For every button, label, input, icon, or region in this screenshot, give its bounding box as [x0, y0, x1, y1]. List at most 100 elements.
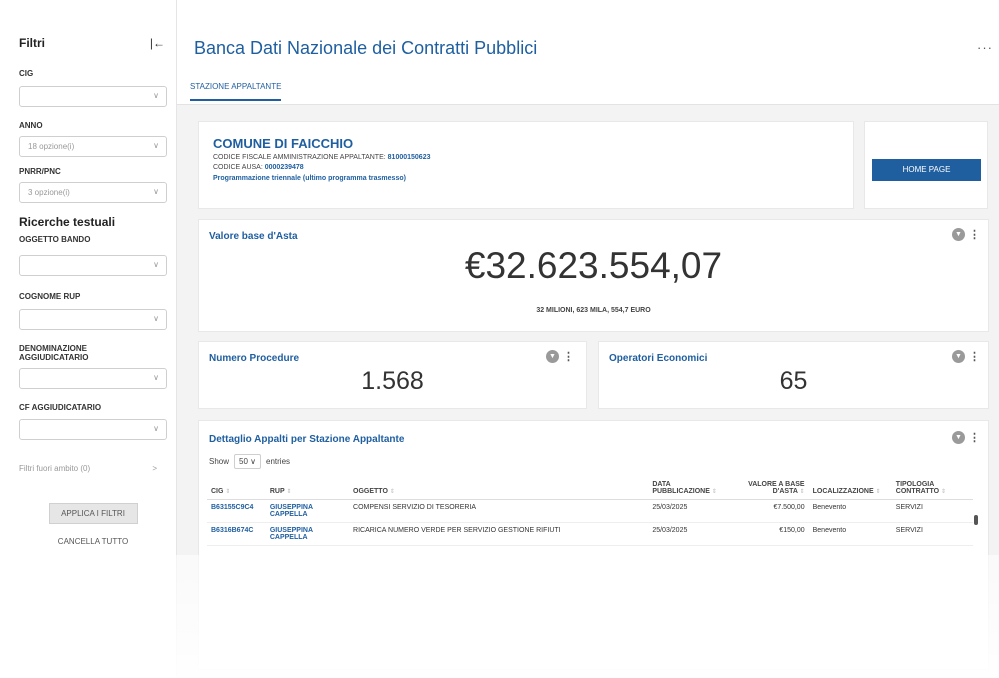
programmazione-link[interactable]: Programmazione triennale (ultimo program… [213, 175, 853, 182]
operatori-card: Operatori Economici ▼ ⋮ 65 [598, 341, 989, 409]
sidebar-header: Filtri |← [19, 36, 167, 50]
more-options-icon[interactable]: ··· [977, 40, 993, 55]
entries-control: Show 50 ∨ entries [209, 454, 290, 469]
filters-sidebar: Filtri |← CIG ∨ ANNO 18 opzione(i) ∨ PNR… [0, 0, 177, 678]
anno-label: ANNO [19, 121, 43, 130]
cell-localizzazione: Benevento [808, 522, 892, 546]
pnrr-placeholder: 3 opzione(i) [28, 188, 70, 197]
ente-ausa-line: CODICE AUSA: 0000239478 [213, 164, 853, 171]
cell-localizzazione: Benevento [808, 499, 892, 523]
tab-bar: STAZIONE APPALTANTE [177, 72, 999, 105]
ente-ausa-label: CODICE AUSA: [213, 164, 263, 171]
table-row: B63155C9C4 GIUSEPPINA CAPPELLA COMPENSI … [207, 499, 973, 523]
header: Banca Dati Nazionale dei Contratti Pubbl… [177, 0, 999, 72]
column-header-data[interactable]: DATA PUBBLICAZIONE ⇕ [648, 479, 730, 500]
ente-cf-line: CODICE FISCALE AMMINISTRAZIONE APPALTANT… [213, 154, 853, 161]
column-header-valore[interactable]: VALORE A BASE D'ASTA ⇕ [729, 479, 809, 500]
valore-card: Valore base d'Asta ▼ ⋮ €32.623.554,07 32… [198, 219, 989, 332]
show-label: Show [209, 457, 230, 466]
operatori-title: Operatori Economici [609, 353, 708, 364]
entries-label: entries [266, 457, 291, 466]
cf-label: CF AGGIUDICATARIO [19, 403, 102, 412]
table-row: B6316B674C GIUSEPPINA CAPPELLA RICARICA … [207, 522, 973, 546]
column-header-rup[interactable]: RUP ⇕ [265, 479, 350, 500]
tab-stazione-appaltante[interactable]: STAZIONE APPALTANTE [190, 82, 282, 101]
column-header-oggetto[interactable]: OGGETTO ⇕ [349, 479, 649, 500]
ente-name: COMUNE DI FAICCHIO [213, 136, 354, 151]
rup-input[interactable]: ∨ [19, 309, 167, 330]
filter-icon[interactable]: ▼ [952, 228, 965, 241]
chevron-down-icon: ∨ [153, 314, 159, 323]
cell-valore: €150,00 [729, 522, 809, 546]
kebab-menu-icon[interactable]: ⋮ [969, 350, 980, 363]
cell-data: 25/03/2025 [648, 522, 730, 546]
column-header-tipologia[interactable]: TIPOLOGIA CONTRATTO ⇕ [891, 479, 973, 500]
procedure-card: Numero Procedure ▼ ⋮ 1.568 [198, 341, 587, 409]
text-search-title: Ricerche testuali [19, 215, 116, 229]
column-header-localizzazione[interactable]: LOCALIZZAZIONE ⇕ [808, 479, 892, 500]
entries-select[interactable]: 50 ∨ [234, 454, 262, 469]
column-header-cig[interactable]: CIG ⇕ [207, 479, 266, 500]
filter-icon[interactable]: ▼ [952, 350, 965, 363]
entries-value: 50 [239, 457, 248, 466]
ente-ausa-value: 0000239478 [264, 164, 304, 171]
chevron-down-icon: ∨ [153, 187, 159, 196]
dettaglio-tools: ▼ ⋮ [952, 431, 980, 444]
cf-input[interactable]: ∨ [19, 419, 167, 440]
page-title: Banca Dati Nazionale dei Contratti Pubbl… [194, 38, 538, 58]
outside-filters[interactable]: Filtri fuori ambito (0) > [19, 464, 157, 473]
anno-select[interactable]: 18 opzione(i) ∨ [19, 136, 167, 157]
cig-select[interactable]: ∨ [19, 86, 167, 107]
kebab-menu-icon[interactable]: ⋮ [969, 228, 980, 241]
cig-label: CIG [19, 69, 34, 78]
outside-filters-label: Filtri fuori ambito (0) [19, 464, 91, 473]
appalti-table: CIG ⇕ RUP ⇕ OGGETTO ⇕ DATA PUBBLICAZIONE… [207, 479, 973, 546]
cell-oggetto: COMPENSI SERVIZIO DI TESORERIA [349, 499, 649, 523]
chevron-down-icon: ∨ [153, 91, 159, 100]
collapse-left-icon[interactable]: |← [150, 36, 165, 50]
operatori-tools: ▼ ⋮ [952, 350, 980, 363]
rup-label: COGNOME RUP [19, 292, 81, 301]
valore-subtitle: 32 MILIONI, 623 MILA, 554,7 EURO [536, 307, 651, 314]
pnrr-select[interactable]: 3 opzione(i) ∨ [19, 182, 167, 203]
procedure-title: Numero Procedure [209, 353, 300, 364]
cell-tipologia: SERVIZI [891, 499, 973, 523]
denominazione-label: DENOMINAZIONE AGGIUDICATARIO [19, 344, 89, 362]
valore-value: €32.623.554,07 [464, 245, 723, 286]
ente-cf-label: CODICE FISCALE AMMINISTRAZIONE APPALTANT… [213, 154, 386, 161]
dettaglio-card: Dettaglio Appalti per Stazione Appaltant… [198, 420, 989, 670]
kebab-menu-icon[interactable]: ⋮ [969, 431, 980, 444]
chevron-down-icon: ∨ [250, 457, 257, 466]
cell-data: 25/03/2025 [648, 499, 730, 523]
table-scrollbar[interactable] [974, 515, 978, 525]
chevron-down-icon: ∨ [153, 141, 159, 150]
clear-all-button[interactable]: CANCELLA TUTTO [19, 537, 167, 546]
oggetto-input[interactable]: ∨ [19, 255, 167, 276]
chevron-right-icon: > [152, 464, 157, 473]
cell-rup[interactable]: GIUSEPPINA CAPPELLA [265, 499, 350, 523]
table-header-row: CIG ⇕ RUP ⇕ OGGETTO ⇕ DATA PUBBLICAZIONE… [207, 479, 973, 500]
chevron-down-icon: ∨ [153, 260, 159, 269]
cell-cig[interactable]: B63155C9C4 [207, 499, 266, 523]
pnrr-label: PNRR/PNC [19, 167, 61, 176]
valore-title: Valore base d'Asta [209, 231, 298, 242]
cell-tipologia: SERVIZI [891, 522, 973, 546]
oggetto-label: OGGETTO BANDO [19, 235, 91, 244]
home-page-button[interactable]: HOME PAGE [872, 159, 981, 181]
apply-filters-button[interactable]: APPLICA I FILTRI [48, 503, 138, 524]
filter-icon[interactable]: ▼ [952, 431, 965, 444]
procedure-tools: ▼ ⋮ [546, 350, 574, 363]
filter-icon[interactable]: ▼ [546, 350, 559, 363]
kebab-menu-icon[interactable]: ⋮ [563, 350, 574, 363]
cell-valore: €7.500,00 [729, 499, 809, 523]
cell-oggetto: RICARICA NUMERO VERDE PER SERVIZIO GESTI… [349, 522, 649, 546]
procedure-value: 1.568 [361, 367, 424, 395]
sidebar-title: Filtri [19, 36, 45, 50]
cell-cig[interactable]: B6316B674C [207, 522, 266, 546]
ente-card: COMUNE DI FAICCHIO CODICE FISCALE AMMINI… [198, 121, 854, 209]
home-card: HOME PAGE [864, 121, 988, 209]
cell-rup[interactable]: GIUSEPPINA CAPPELLA [265, 522, 350, 546]
denominazione-input[interactable]: ∨ [19, 368, 167, 389]
ente-cf-value: 81000150623 [387, 154, 431, 161]
operatori-value: 65 [779, 367, 808, 395]
